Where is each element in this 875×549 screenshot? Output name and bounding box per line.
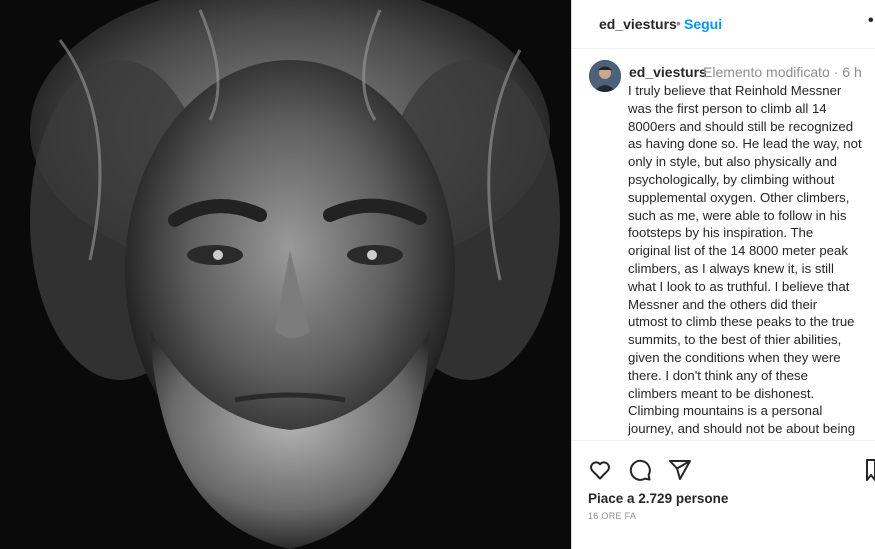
portrait-image <box>0 0 571 549</box>
caption-line: as having done so. He lead the way, not <box>628 136 862 152</box>
comment-icon[interactable] <box>628 458 652 487</box>
actions-divider <box>572 440 875 441</box>
caption-line: 8000ers and should still be recognized <box>628 118 854 134</box>
caption-line: Climbing mountains is a personal <box>628 403 823 419</box>
post-timestamp[interactable]: 16 ORE FA <box>588 511 636 521</box>
post-photo <box>0 0 571 549</box>
caption-username[interactable]: ed_viesturs <box>629 64 707 80</box>
caption-text: I truly believe that Reinhold Messner wa… <box>628 82 875 438</box>
caption-line: I truly believe that Reinhold Messner <box>628 83 842 98</box>
caption-line: original list of the 14 8000 meter peak <box>628 243 848 259</box>
heart-icon[interactable] <box>588 458 612 487</box>
caption-line: given the conditions when they were <box>628 349 841 365</box>
avatar[interactable] <box>589 60 621 92</box>
caption-line: psychologically, by climbing without <box>628 171 835 187</box>
follow-button[interactable]: Segui <box>684 16 722 32</box>
caption-line: such as me, were able to follow in his <box>628 207 847 223</box>
more-options-icon[interactable]: • <box>868 12 874 30</box>
post-header: ed_viesturs • Segui • <box>572 0 875 49</box>
caption-line: supplemental oxygen. Other climbers, <box>628 189 850 205</box>
share-icon[interactable] <box>668 458 692 487</box>
caption-line: footsteps by his inspiration. The <box>628 225 814 241</box>
caption-line: utmost to climb these peaks to the true <box>628 314 855 330</box>
bookmark-icon[interactable] <box>866 458 875 487</box>
caption-line: what I look to as truthful. I believe th… <box>628 278 850 294</box>
caption-line: Messner and the others did their <box>628 296 818 312</box>
likes-count[interactable]: Piace a 2.729 persone <box>588 491 728 506</box>
caption-line: was the first person to climb all 14 <box>628 100 827 116</box>
caption-line: summits, to the best of thier abilities, <box>628 332 842 348</box>
caption-edited-time: Elemento modificato · 6 h <box>703 64 862 80</box>
avatar-image <box>589 60 621 92</box>
caption-line: journey, and should not be about being <box>628 421 856 437</box>
caption-line: climbers, as I always knew it, is still <box>628 260 834 276</box>
caption-line: climbers meant to be dishonest. <box>628 385 815 401</box>
header-separator: • <box>676 15 681 31</box>
caption-line: there. I don't think any of these <box>628 367 808 383</box>
caption-line: only in style, but also physically and <box>628 154 837 170</box>
post-side-panel: ed_viesturs • Segui • ed_viesturs Elemen… <box>571 0 875 549</box>
header-username[interactable]: ed_viesturs <box>599 16 677 32</box>
